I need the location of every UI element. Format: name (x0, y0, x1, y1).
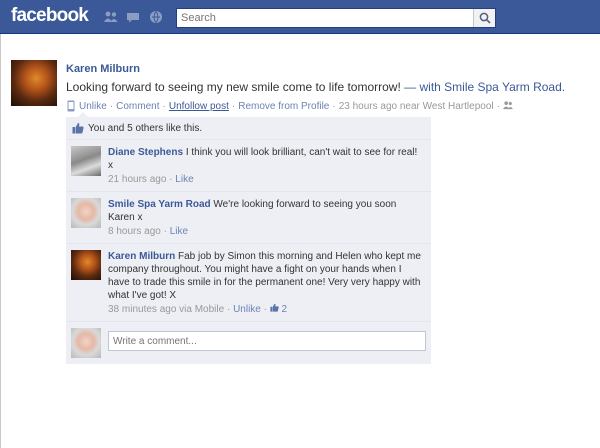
like-thumb-icon (270, 303, 279, 312)
write-comment-input[interactable] (108, 331, 426, 351)
likes-summary-text[interactable]: You and 5 others like this. (88, 123, 202, 134)
top-bar: facebook (0, 0, 600, 34)
mobile-icon (66, 100, 76, 112)
search-input[interactable] (177, 9, 473, 27)
comment-item: Smile Spa Yarm Road We're looking forwar… (66, 192, 431, 244)
unfollow-post-link[interactable]: Unfollow post (169, 101, 229, 112)
remove-from-profile-link[interactable]: Remove from Profile (238, 101, 329, 112)
like-thumb-icon (72, 122, 84, 134)
comment-timestamp[interactable]: 8 hours ago (108, 226, 161, 237)
comment-item: Karen Milburn Fab job by Simon this morn… (66, 244, 431, 322)
comment-body: Karen Milburn Fab job by Simon this morn… (108, 250, 425, 302)
separator-dot: · (332, 100, 336, 112)
like-count-value[interactable]: 2 (282, 304, 288, 315)
post-timestamp[interactable]: 23 hours ago near West Hartlepool (339, 101, 494, 112)
comment-meta: 21 hours ago · Like (108, 173, 425, 186)
messages-icon[interactable] (126, 11, 140, 23)
comment-timestamp[interactable]: 38 minutes ago via Mobile (108, 304, 224, 315)
post-with-tag[interactable]: — with Smile Spa Yarm Road. (401, 80, 565, 94)
write-comment-row (66, 322, 431, 364)
comment-body: Diane Stephens I think you will look bri… (108, 146, 425, 172)
search-button[interactable] (473, 9, 495, 27)
comment-author[interactable]: Karen Milburn (108, 251, 175, 262)
facebook-logo[interactable]: facebook (11, 5, 89, 27)
post-author-avatar[interactable] (11, 60, 57, 106)
separator-dot: · (109, 100, 114, 112)
page-left-border (0, 34, 1, 448)
viewer-avatar (71, 328, 101, 358)
feedback-box: You and 5 others like this. Diane Stephe… (66, 112, 431, 364)
commenter-avatar[interactable] (71, 146, 101, 176)
friend-requests-icon[interactable] (104, 11, 118, 23)
comment-link[interactable]: Comment (116, 101, 159, 112)
likes-summary: You and 5 others like this. (66, 117, 431, 140)
post-actions: Unlike · Comment · Unfollow post · Remov… (66, 100, 516, 112)
unlike-link[interactable]: Unlike (79, 101, 107, 112)
separator-dot: · (231, 100, 236, 112)
post-author-name[interactable]: Karen Milburn (66, 63, 140, 75)
comment-meta: 8 hours ago · Like (108, 225, 425, 238)
feedback-caret (78, 112, 88, 117)
comment-timestamp[interactable]: 21 hours ago (108, 174, 166, 185)
comment-item: Diane Stephens I think you will look bri… (66, 140, 431, 192)
privacy-friends-icon[interactable] (502, 100, 513, 112)
separator-dot: · (162, 100, 166, 112)
search-box (176, 8, 496, 28)
commenter-avatar[interactable] (71, 198, 101, 228)
comment-body: Smile Spa Yarm Road We're looking forwar… (108, 198, 425, 224)
post-message: Looking forward to seeing my new smile c… (66, 80, 586, 94)
separator-dot: · (496, 100, 500, 112)
comment-author[interactable]: Diane Stephens (108, 147, 183, 158)
notifications-icon[interactable] (149, 11, 163, 23)
search-icon (479, 12, 491, 24)
post-message-text: Looking forward to seeing my new smile c… (66, 80, 401, 94)
comment-unlike-link[interactable]: Unlike (233, 304, 261, 315)
comment-author[interactable]: Smile Spa Yarm Road (108, 199, 211, 210)
commenter-avatar[interactable] (71, 250, 101, 280)
comment-like-link[interactable]: Like (170, 226, 188, 237)
comment-like-link[interactable]: Like (175, 174, 193, 185)
comment-meta: 38 minutes ago via Mobile · Unlike · 2 (108, 303, 425, 316)
comment-like-count[interactable]: 2 (270, 303, 288, 315)
